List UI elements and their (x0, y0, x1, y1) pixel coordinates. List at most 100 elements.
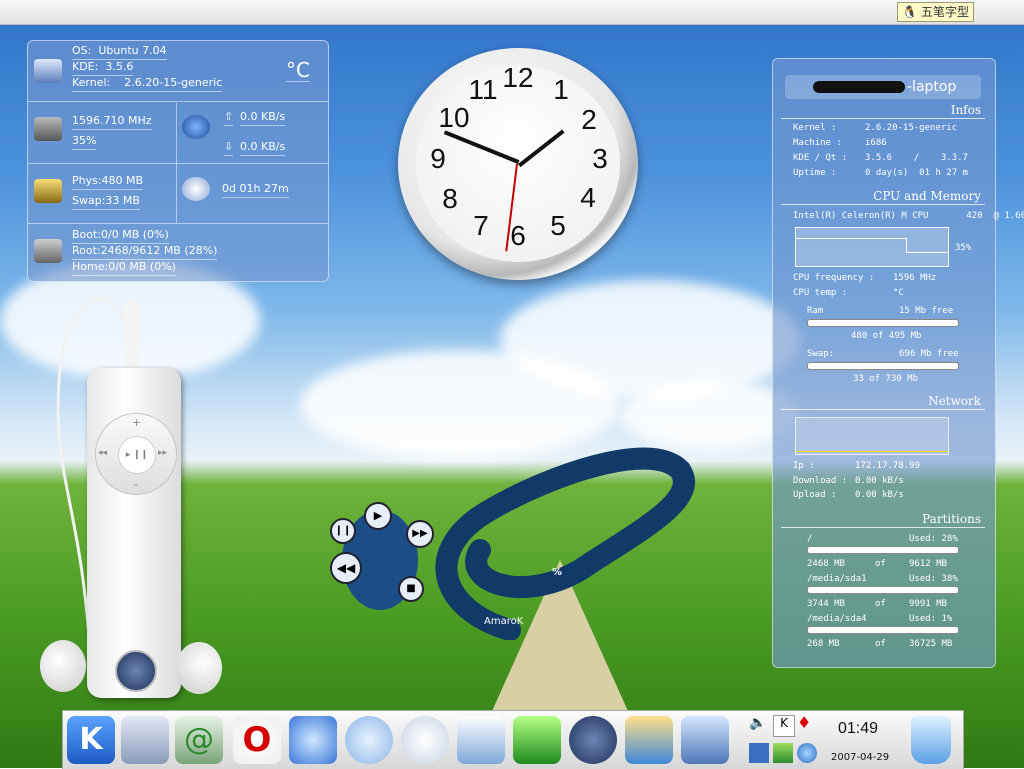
ram-label: Ram (807, 306, 824, 316)
fast-forward-button[interactable]: ▶▶ (406, 520, 434, 548)
opera-browser-button[interactable]: O (233, 716, 281, 764)
clock-numeral: 12 (502, 62, 534, 93)
clock-numeral: 1 (553, 74, 569, 105)
trash-icon[interactable] (911, 716, 951, 764)
cpu-percent: 35% (72, 133, 97, 150)
hard-drive-icon (34, 239, 62, 263)
net-upload: 0.0 KB/s (240, 109, 286, 126)
network-heading: Network (928, 394, 981, 408)
download-label: Download : (793, 476, 848, 486)
top-panel: 🐧 五笔字型 (0, 0, 1024, 25)
kdeqt-value: 3.5.6 / 3.3.7 (865, 153, 968, 163)
kicker-taskbar: K @ O 🔈 K ♦ (62, 710, 964, 769)
clock-numeral: 4 (580, 182, 596, 213)
penguin-icon: 🐧 (902, 5, 918, 19)
stop-button[interactable]: ■ (398, 576, 424, 602)
kernel-label: Kernel : (793, 123, 837, 133)
pause-button[interactable]: ❙❙ (330, 518, 356, 544)
partition-used-percent: Used: 28% (909, 534, 958, 544)
emerald-gem-icon[interactable] (513, 716, 561, 764)
divider (28, 163, 328, 164)
clock-numeral: 9 (430, 143, 446, 174)
divider (28, 223, 328, 224)
ime-indicator[interactable]: 🐧 五笔字型 (897, 2, 974, 22)
klipper-icon[interactable]: K (773, 715, 795, 737)
kmix-icon[interactable] (749, 743, 769, 763)
taskbar-clock-date[interactable]: 2007-04-29 (831, 752, 889, 763)
amarok-wolf-icon[interactable] (115, 650, 157, 692)
partition-mount: /media/sda4 (807, 614, 867, 624)
analog-clock-widget[interactable]: 12 1 2 3 4 5 6 7 8 9 10 11 (398, 48, 638, 280)
ram-used: 480 of 495 Mb (851, 331, 922, 341)
previous-icon[interactable]: ◂◂ (98, 448, 107, 458)
clock-numeral: 3 (592, 143, 608, 174)
superkaramba-panel[interactable]: -laptop Infos Kernel : 2.6.20-15-generic… (772, 58, 1024, 668)
finder-icon[interactable] (681, 716, 729, 764)
partition-total: 36725 MB (909, 639, 953, 649)
machine-value: i686 (865, 138, 887, 148)
volume-up-icon[interactable]: + (132, 416, 141, 429)
cpu-temp-label: CPU temp : (793, 288, 848, 298)
cpu-chip-icon (34, 117, 62, 141)
swap-used: 33 of 730 Mb (853, 374, 919, 384)
email-icon[interactable]: @ (175, 716, 223, 764)
boot-usage: Boot:0/0 MB (0%) (72, 227, 169, 244)
partition-used: 3744 MB (807, 599, 845, 609)
uptime-value: 0 day(s) 01 h 27 m (865, 168, 968, 178)
kopete-icon[interactable] (345, 716, 393, 764)
battery-icon[interactable] (773, 743, 793, 763)
partition-of: of (875, 559, 886, 569)
clock-numeral: 10 (438, 102, 470, 133)
ruby-icon[interactable]: ♦ (797, 713, 819, 735)
download-value: 0.00 kB/s (855, 476, 904, 486)
play-pause-icon[interactable]: ▸ ❙❙ (118, 436, 156, 474)
partitions-heading: Partitions (922, 512, 981, 526)
network-graph-line (796, 451, 948, 452)
swap-free: 696 Mb free (899, 349, 959, 359)
kde-menu-button[interactable]: K (67, 716, 115, 764)
divider (781, 527, 985, 528)
partition-used: 268 MB (807, 639, 840, 649)
clock-numeral: 8 (442, 183, 458, 214)
swap-label: Swap: (807, 349, 835, 359)
partition-usage-bar (807, 626, 959, 634)
speaker-icon[interactable]: 🔈 (749, 715, 769, 735)
amarok-player-widget[interactable]: ◀◀ ❙❙ ▶ ▶▶ ■ % AmaroK (320, 440, 700, 641)
system-monitor-widget[interactable]: OS: Ubuntu 7.04 KDE: 3.5.6 Kernel: 2.6.2… (27, 40, 329, 282)
taskbar-clock-time[interactable]: 01:49 (838, 720, 878, 738)
click-wheel[interactable]: + – ◂◂ ▸▸ ▸ ❙❙ (95, 413, 177, 495)
cpu-freq-label: CPU frequency : (793, 273, 875, 283)
partition-total: 9612 MB (909, 559, 947, 569)
ipod-widget[interactable]: + – ◂◂ ▸▸ ▸ ❙❙ (87, 368, 181, 698)
rewind-button[interactable]: ◀◀ (330, 552, 362, 584)
computer-icon[interactable] (121, 716, 169, 764)
partition-mount: / (807, 534, 813, 544)
machine-label: Machine : (793, 138, 842, 148)
amarok-icon[interactable] (569, 716, 617, 764)
volume-down-icon[interactable]: – (133, 478, 139, 491)
ip-label: Ip : (793, 461, 815, 471)
network-icon[interactable] (625, 716, 673, 764)
partition-usage-bar (807, 586, 959, 594)
root-usage: Root:2468/9612 MB (28%) (72, 243, 218, 260)
swap-memory: Swap:33 MB (72, 193, 140, 210)
partition-of: of (875, 639, 886, 649)
play-button[interactable]: ▶ (364, 502, 392, 530)
krss-icon[interactable] (401, 716, 449, 764)
konqueror-icon[interactable] (289, 716, 337, 764)
partition-used-percent: Used: 1% (909, 614, 953, 624)
network-status-icon[interactable] (797, 743, 817, 763)
cpu-graph-line (796, 238, 906, 239)
clock-numeral: 7 (473, 210, 489, 241)
kernel-label: Kernel: 2.6.20-15-generic (72, 75, 223, 92)
cpu-mhz: 1596.710 MHz (72, 113, 152, 130)
amarok-label: AmaroK (484, 616, 524, 627)
next-icon[interactable]: ▸▸ (158, 448, 167, 458)
cpu-model: Intel(R) Celeron(R) M CPU 420 @ 1.60G (793, 211, 1024, 221)
cpu-graph-line (906, 252, 948, 253)
ip-value: 172.17.78.99 (855, 461, 921, 471)
uptime: 0d 01h 27m (222, 181, 289, 198)
home-usage: Home:0/0 MB (0%) (72, 259, 176, 276)
cpu-temp-value: °C (893, 288, 904, 298)
kword-icon[interactable] (457, 716, 505, 764)
